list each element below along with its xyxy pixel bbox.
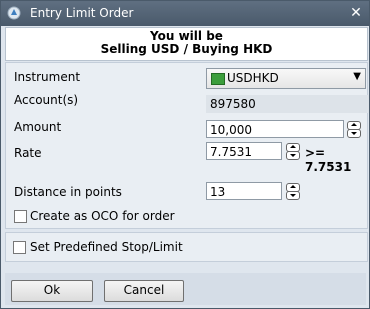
stop-limit-checkbox[interactable] xyxy=(13,241,26,254)
distance-stepper[interactable] xyxy=(286,183,300,200)
window-title: Entry Limit Order xyxy=(30,6,134,20)
order-direction-header: You will be Selling USD / Buying HKD xyxy=(5,27,368,61)
chevron-down-icon: ▼ xyxy=(353,71,361,82)
currency-flag-icon xyxy=(211,73,225,85)
cancel-button[interactable]: Cancel xyxy=(104,280,184,302)
rate-decrease-icon[interactable] xyxy=(286,151,300,160)
amount-label: Amount xyxy=(14,120,62,134)
ok-button[interactable]: Ok xyxy=(11,280,93,302)
distance-input[interactable]: 13 xyxy=(206,182,282,200)
amount-input[interactable]: 10,000 xyxy=(206,120,344,138)
distance-label: Distance in points xyxy=(14,185,122,199)
rate-stepper[interactable] xyxy=(286,143,300,160)
account-value: 897580 xyxy=(206,95,369,113)
entry-limit-order-dialog: Entry Limit Order ✕ You will be Selling … xyxy=(0,0,370,309)
direction-line-2: Selling USD / Buying HKD xyxy=(100,42,273,56)
stop-limit-label: Set Predefined Stop/Limit xyxy=(30,240,183,254)
account-label: Account(s) xyxy=(14,93,79,107)
app-icon xyxy=(7,6,21,20)
rate-input[interactable]: 7.7531 xyxy=(206,142,282,160)
button-bar: Ok Cancel xyxy=(5,273,366,305)
amount-decrease-icon[interactable] xyxy=(347,129,361,138)
instrument-dropdown[interactable]: USDHKD ▼ xyxy=(206,68,366,89)
stop-limit-panel: Set Predefined Stop/Limit xyxy=(5,232,368,262)
order-form: Instrument USDHKD ▼ Account(s) 897580 Am… xyxy=(5,62,369,229)
instrument-label: Instrument xyxy=(14,70,81,84)
instrument-value: USDHKD xyxy=(227,71,279,85)
rate-label: Rate xyxy=(14,146,42,160)
distance-decrease-icon[interactable] xyxy=(286,191,300,200)
rate-comparison: >= 7.7531 xyxy=(305,146,352,174)
close-icon[interactable]: ✕ xyxy=(347,4,365,22)
amount-stepper[interactable] xyxy=(347,121,361,138)
title-bar[interactable]: Entry Limit Order ✕ xyxy=(1,1,369,26)
oco-checkbox[interactable] xyxy=(14,210,27,223)
oco-label: Create as OCO for order xyxy=(30,209,175,223)
